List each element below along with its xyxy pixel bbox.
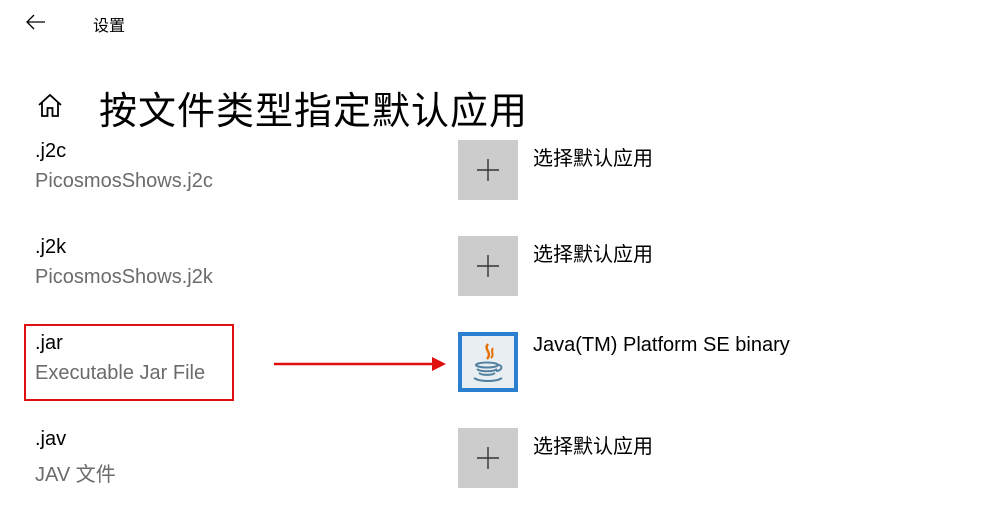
file-type-row-jav: .jav JAV 文件 选择默认应用	[0, 428, 998, 508]
file-type-row-j2c: .j2c PicosmosShows.j2c 选择默认应用	[0, 140, 998, 220]
default-app-label[interactable]: 选择默认应用	[533, 238, 653, 267]
back-arrow-icon	[26, 14, 45, 30]
file-type-description: PicosmosShows.j2k	[35, 266, 213, 288]
page-title: 按文件类型指定默认应用	[99, 91, 529, 133]
app-title: 设置	[93, 18, 126, 35]
title-bar: 设置	[0, 0, 998, 44]
plus-icon	[477, 447, 499, 469]
extension-label: .j2c	[35, 140, 67, 162]
file-type-row-j2k: .j2k PicosmosShows.j2k 选择默认应用	[0, 236, 998, 316]
choose-default-app-button[interactable]	[458, 140, 518, 200]
java-icon	[462, 336, 514, 388]
back-button[interactable]	[20, 6, 52, 38]
default-app-label[interactable]: Java(TM) Platform SE binary	[533, 334, 790, 357]
home-icon[interactable]	[36, 92, 64, 120]
plus-icon	[477, 159, 499, 181]
extension-label: .j2k	[35, 236, 67, 258]
file-type-description: PicosmosShows.j2c	[35, 170, 213, 192]
default-app-label[interactable]: 选择默认应用	[533, 142, 653, 171]
extension-label: .jav	[35, 428, 67, 450]
plus-icon	[477, 255, 499, 277]
choose-default-app-button[interactable]	[458, 236, 518, 296]
default-app-button[interactable]	[458, 332, 518, 392]
choose-default-app-button[interactable]	[458, 428, 518, 488]
file-type-description: JAV 文件	[35, 464, 116, 486]
annotation-arrow-icon	[274, 357, 446, 371]
default-app-label[interactable]: 选择默认应用	[533, 430, 653, 459]
settings-window: 设置 按文件类型指定默认应用 .j2c PicosmosShows.j2c 选择…	[0, 0, 998, 518]
annotation-highlight-box	[24, 324, 234, 401]
